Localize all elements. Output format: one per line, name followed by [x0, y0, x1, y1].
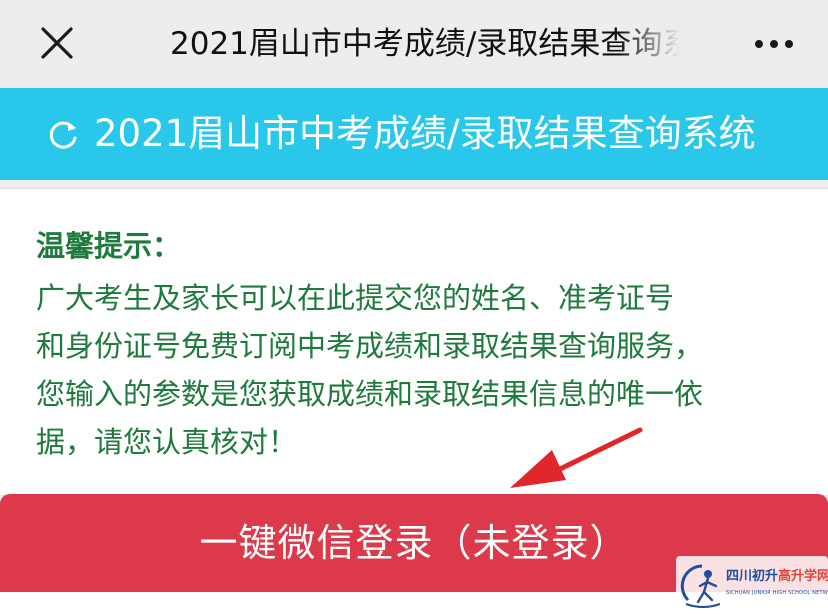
- watermark-subtitle: SICHUAN JUNIOR HIGH SCHOOL NETWORK: [726, 590, 828, 596]
- pointer-arrow-icon: [510, 427, 643, 488]
- nav-title: 2021眉山市中考成绩/录取结果查询系统: [170, 26, 680, 62]
- notice-line: 广大考生及家长可以在此提交您的姓名、准考证号: [36, 281, 675, 315]
- watermark-name-b: 高升学网: [778, 569, 828, 584]
- notice-line: 您输入的参数是您获取成绩和录取结果信息的唯一依: [36, 377, 704, 411]
- notice-line: 和身份证号免费订阅中考成绩和录取结果查询服务，: [36, 329, 704, 363]
- close-icon[interactable]: [36, 22, 78, 64]
- watermark-name: 四川初升高升学网: [726, 569, 828, 585]
- notice-line: 据，请您认真核对！: [36, 425, 298, 459]
- watermark-logo-icon: [680, 564, 721, 608]
- watermark-name-a: 四川初升: [726, 569, 779, 584]
- more-options-icon[interactable]: [752, 30, 796, 58]
- page-title: 2021眉山市中考成绩/录取结果查询系统: [94, 112, 756, 155]
- refresh-icon[interactable]: [46, 118, 80, 152]
- notice-heading: 温馨提示：: [36, 229, 182, 263]
